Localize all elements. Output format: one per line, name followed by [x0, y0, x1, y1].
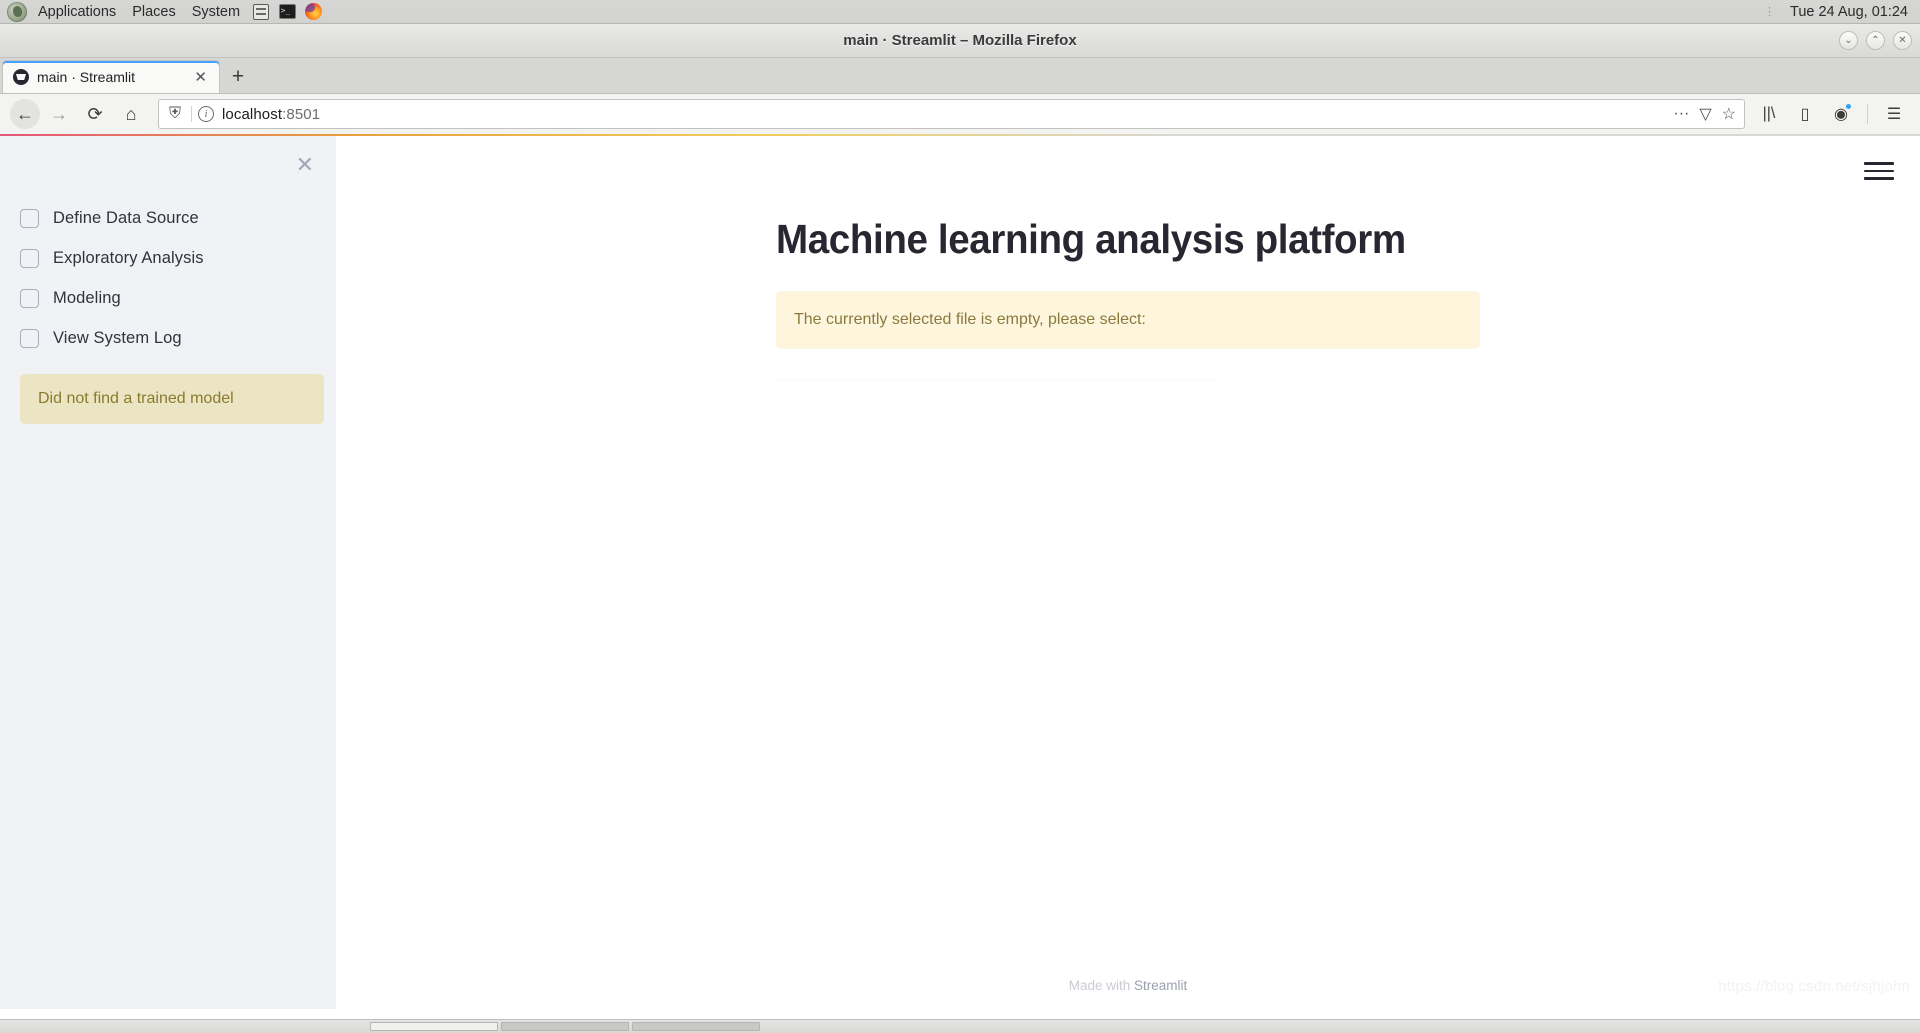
- url-host: localhost: [222, 105, 283, 123]
- new-tab-button[interactable]: +: [220, 60, 256, 93]
- tab-close-icon[interactable]: ✕: [190, 70, 211, 85]
- gnome-foot-icon[interactable]: [6, 1, 28, 22]
- account-avatar-icon[interactable]: ◉: [1825, 99, 1857, 129]
- taskbar-window-button[interactable]: [370, 1022, 498, 1031]
- browser-navbar: ← → ⟳ ⌂ ⛨ i localhost:8501 ··· ▽ ☆ ||\ ▯…: [0, 94, 1920, 136]
- urlbar-divider: [191, 106, 192, 122]
- hamburger-bar: [1864, 169, 1894, 173]
- streamlit-page: ✕ Define Data Source Exploratory Analysi…: [0, 136, 1920, 1009]
- browser-tabstrip: main · Streamlit ✕ +: [0, 58, 1920, 94]
- close-button[interactable]: ✕: [1893, 31, 1912, 50]
- site-info-icon[interactable]: i: [198, 106, 214, 122]
- url-port: :8501: [282, 105, 321, 123]
- terminal-icon[interactable]: >_: [276, 2, 298, 22]
- checkbox-label: Exploratory Analysis: [53, 248, 204, 267]
- firefox-icon[interactable]: [302, 2, 324, 22]
- checkbox-label: Modeling: [53, 288, 121, 307]
- forward-button-icon[interactable]: →: [42, 99, 76, 129]
- sidebar-close-icon[interactable]: ✕: [296, 154, 314, 176]
- tracking-shield-icon[interactable]: ⛨: [165, 105, 185, 123]
- pocket-save-icon[interactable]: ▽: [1699, 104, 1711, 124]
- menu-system[interactable]: System: [184, 0, 248, 23]
- maximize-button[interactable]: ⌃: [1866, 31, 1885, 50]
- minimize-button[interactable]: ⌄: [1839, 31, 1858, 50]
- main-warning-alert: The currently selected file is empty, pl…: [776, 291, 1480, 350]
- sidebar-item-define-data-source[interactable]: Define Data Source: [16, 198, 320, 238]
- sidebar-checkbox-list: Define Data Source Exploratory Analysis …: [16, 136, 320, 358]
- browser-toolbar-right: ||\ ▯ ◉ ☰: [1753, 99, 1910, 129]
- taskbar-window-button[interactable]: [632, 1022, 760, 1031]
- desktop-panel-right: ⋮ Tue 24 Aug, 01:24: [1764, 4, 1920, 20]
- firefox-menu-icon[interactable]: ☰: [1878, 99, 1910, 129]
- browser-tab-streamlit[interactable]: main · Streamlit ✕: [2, 60, 220, 93]
- streamlit-favicon-icon: [13, 69, 29, 85]
- desktop-clock[interactable]: Tue 24 Aug, 01:24: [1790, 4, 1908, 20]
- library-icon[interactable]: ||\: [1753, 99, 1785, 129]
- checkbox-label: Define Data Source: [53, 208, 199, 227]
- menu-applications[interactable]: Applications: [30, 0, 124, 23]
- sidebar-item-view-system-log[interactable]: View System Log: [16, 318, 320, 358]
- sidebar-toggle-icon[interactable]: ▯: [1789, 99, 1821, 129]
- sidebar-item-exploratory-analysis[interactable]: Exploratory Analysis: [16, 238, 320, 278]
- panel-grip-icon: ⋮: [1764, 6, 1777, 18]
- hamburger-bar: [1864, 177, 1894, 180]
- checkbox-label: View System Log: [53, 328, 182, 347]
- checkbox-icon[interactable]: [20, 328, 39, 348]
- watermark-text: https://blog.csdn.net/sjhjohn: [1718, 978, 1910, 995]
- desktop-taskbar: [0, 1019, 1920, 1033]
- back-button-icon[interactable]: ←: [10, 99, 40, 129]
- content-divider: [776, 379, 1216, 381]
- streamlit-sidebar: ✕ Define Data Source Exploratory Analysi…: [0, 136, 336, 1009]
- firefox-window: main · Streamlit – Mozilla Firefox ⌄ ⌃ ✕…: [0, 24, 1920, 1009]
- window-titlebar: main · Streamlit – Mozilla Firefox ⌄ ⌃ ✕: [0, 24, 1920, 58]
- sidebar-warning-alert: Did not find a trained model: [20, 374, 324, 424]
- streamlit-menu-icon[interactable]: [1864, 158, 1894, 184]
- page-actions-icon[interactable]: ···: [1673, 105, 1689, 123]
- menu-places[interactable]: Places: [124, 0, 184, 23]
- checkbox-icon[interactable]: [20, 208, 39, 228]
- account-notification-dot: [1845, 103, 1852, 110]
- tab-title: main · Streamlit: [37, 69, 136, 85]
- reload-button-icon[interactable]: ⟳: [78, 99, 112, 129]
- urlbar-actions: ··· ▽ ☆: [1673, 104, 1738, 124]
- streamlit-main-content: Machine learning analysis platform The c…: [336, 136, 1920, 1009]
- streamlit-footer: Made with Streamlit: [336, 978, 1920, 993]
- desktop-panel-left: Applications Places System >_: [0, 0, 326, 23]
- main-content-block: Machine learning analysis platform The c…: [776, 136, 1480, 381]
- file-manager-icon[interactable]: [250, 2, 272, 22]
- footer-streamlit-link[interactable]: Streamlit: [1134, 978, 1187, 993]
- footer-prefix: Made with: [1068, 978, 1134, 993]
- desktop-top-panel: Applications Places System >_ ⋮ Tue 24 A…: [0, 0, 1920, 24]
- url-text: localhost:8501: [222, 106, 320, 123]
- window-controls: ⌄ ⌃ ✕: [1839, 24, 1912, 57]
- page-title: Machine learning analysis platform: [776, 216, 1406, 262]
- window-title: main · Streamlit – Mozilla Firefox: [843, 32, 1077, 49]
- checkbox-icon[interactable]: [20, 248, 39, 268]
- toolbar-divider: [1867, 104, 1868, 124]
- home-button-icon[interactable]: ⌂: [114, 99, 148, 129]
- bookmark-star-icon[interactable]: ☆: [1722, 104, 1736, 124]
- sidebar-item-modeling[interactable]: Modeling: [16, 278, 320, 318]
- taskbar-window-button[interactable]: [501, 1022, 629, 1031]
- url-bar[interactable]: ⛨ i localhost:8501 ··· ▽ ☆: [158, 99, 1745, 129]
- hamburger-bar: [1864, 162, 1894, 165]
- checkbox-icon[interactable]: [20, 288, 39, 308]
